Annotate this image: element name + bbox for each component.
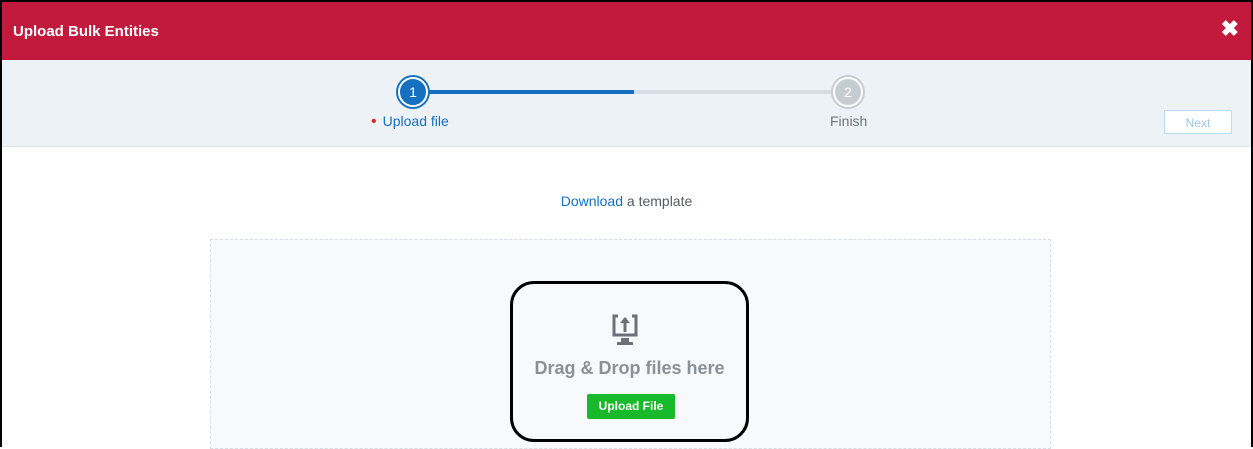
download-template-text: Download a template: [0, 193, 1253, 209]
dialog-header: Upload Bulk Entities ✖: [2, 2, 1251, 60]
upload-icon: [612, 314, 638, 345]
step-2-label: Finish: [830, 113, 868, 129]
upload-file-button[interactable]: Upload File: [587, 394, 675, 419]
download-link[interactable]: Download: [561, 193, 623, 209]
stepper-progress: [416, 90, 634, 94]
dialog-title: Upload Bulk Entities: [13, 22, 159, 40]
step-1-circle[interactable]: 1: [398, 77, 428, 107]
step-2-circle[interactable]: 2: [833, 77, 863, 107]
download-rest-text: a template: [623, 193, 693, 209]
active-step-dot: •: [371, 113, 377, 130]
close-icon[interactable]: ✖: [1221, 16, 1239, 42]
next-button[interactable]: Next: [1164, 110, 1232, 134]
step-1-label-text: Upload file: [382, 113, 449, 129]
step-1-label: • Upload file: [371, 113, 449, 131]
drag-drop-text: Drag & Drop files here: [534, 358, 725, 378]
stepper: 1 2 • Upload file Finish Next: [2, 60, 1251, 147]
